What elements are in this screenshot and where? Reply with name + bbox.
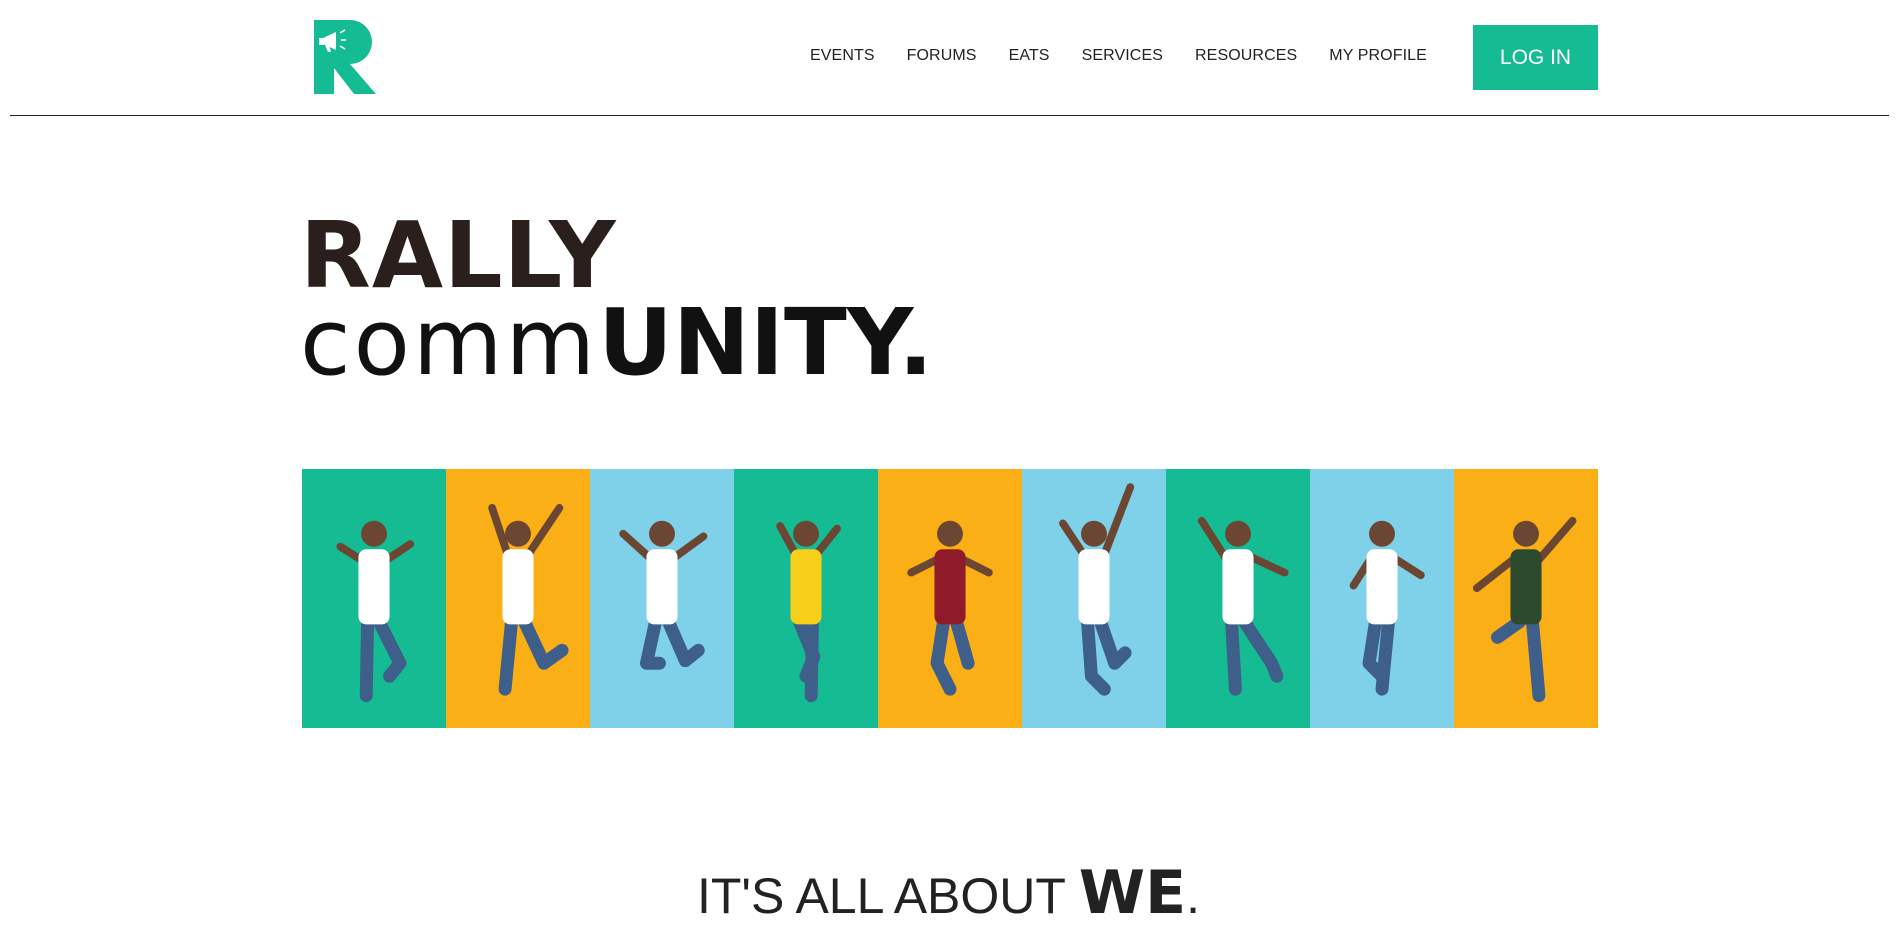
main-nav: EVENTS FORUMS EATS SERVICES RESOURCES MY… — [810, 47, 1427, 65]
jumping-person-figure — [336, 520, 415, 703]
banner-photo-panel — [302, 469, 446, 728]
login-button[interactable]: LOG IN — [1473, 25, 1598, 90]
banner-photo-panel — [1022, 469, 1166, 728]
hero-heading: RALLY commUNITY. — [300, 210, 933, 389]
banner-photo-panel — [878, 469, 1022, 728]
banner-photo-panel — [1454, 469, 1598, 728]
banner-photo-panel — [1310, 469, 1454, 728]
banner-photo-panel — [734, 469, 878, 728]
hero-unity-text: UNITY. — [598, 289, 934, 396]
jumping-person-figure — [907, 520, 993, 696]
logo-r-icon — [314, 20, 376, 94]
hero-line-community: commUNITY. — [300, 297, 933, 389]
jumping-person-figure — [1197, 516, 1289, 696]
tagline: IT'S ALL ABOUT WE. — [0, 858, 1897, 928]
tagline-emphasis: WE — [1078, 858, 1187, 928]
rally-logo[interactable] — [312, 20, 378, 94]
jumping-person-figure — [488, 503, 569, 696]
jumping-person-figure — [1349, 520, 1425, 696]
nav-events[interactable]: EVENTS — [810, 47, 875, 65]
site-header: EVENTS FORUMS EATS SERVICES RESOURCES MY… — [0, 0, 1897, 116]
nav-services[interactable]: SERVICES — [1082, 47, 1163, 65]
people-banner — [302, 469, 1598, 728]
jumping-person-figure — [619, 520, 708, 670]
nav-forums[interactable]: FORUMS — [907, 47, 977, 65]
hero-comm-text: comm — [300, 289, 599, 396]
banner-photo-panel — [446, 469, 590, 728]
nav-resources[interactable]: RESOURCES — [1195, 47, 1297, 65]
tagline-prefix: IT'S ALL ABOUT — [696, 868, 1079, 924]
header-divider — [10, 115, 1889, 116]
tagline-suffix: . — [1186, 868, 1200, 924]
jumping-person-figure — [776, 520, 841, 703]
banner-photo-panel — [590, 469, 734, 728]
nav-my-profile[interactable]: MY PROFILE — [1329, 47, 1427, 65]
banner-photo-panel — [1166, 469, 1310, 728]
jumping-person-figure — [1059, 483, 1135, 696]
jumping-person-figure — [1472, 516, 1577, 703]
nav-eats[interactable]: EATS — [1009, 47, 1050, 65]
